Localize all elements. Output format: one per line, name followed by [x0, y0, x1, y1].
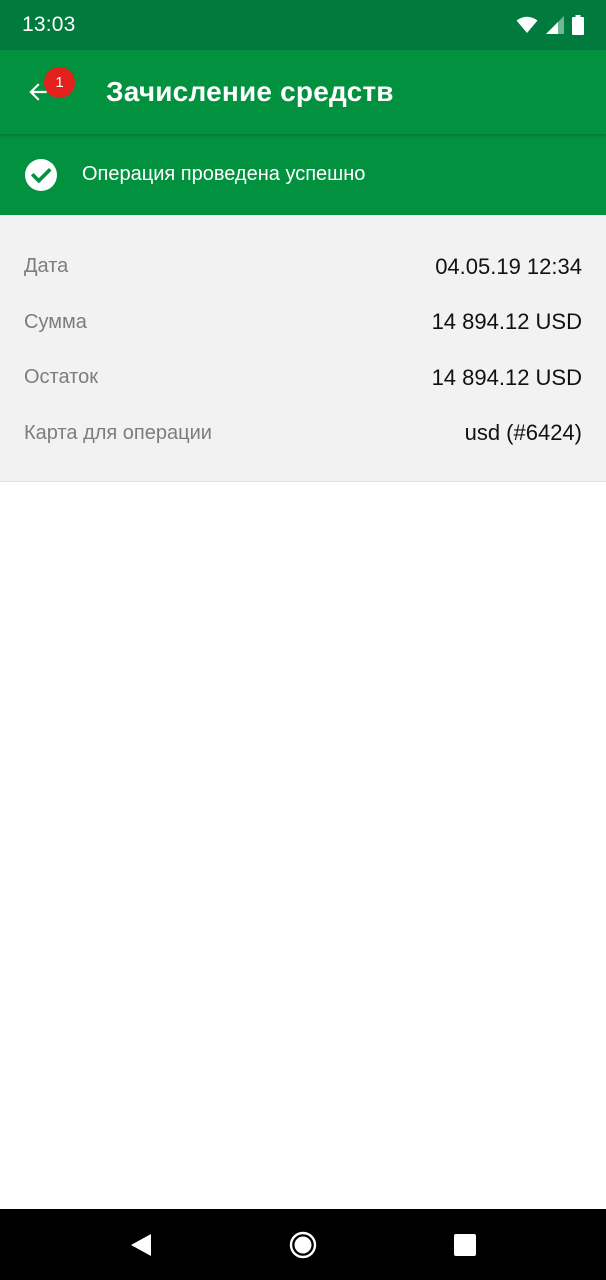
- back-triangle-icon: [131, 1233, 151, 1256]
- detail-label: Сумма: [24, 310, 87, 333]
- detail-row-date: Дата 04.05.19 12:34: [24, 239, 582, 295]
- nav-recents-button[interactable]: [435, 1215, 495, 1275]
- detail-value: usd (#6424): [464, 420, 582, 446]
- operation-details: Дата 04.05.19 12:34 Сумма 14 894.12 USD …: [0, 215, 606, 482]
- detail-label: Карта для операции: [24, 421, 212, 444]
- detail-label: Остаток: [24, 366, 98, 389]
- nav-back-button[interactable]: [111, 1215, 171, 1275]
- page-title: Зачисление средств: [106, 76, 394, 107]
- detail-value: 04.05.19 12:34: [435, 253, 582, 279]
- check-circle-icon: [24, 158, 58, 192]
- app-bar: 1 Зачисление средств: [0, 50, 606, 134]
- back-button[interactable]: 1: [0, 50, 80, 134]
- detail-value: 14 894.12 USD: [431, 364, 582, 390]
- system-nav-bar: [0, 1209, 606, 1280]
- signal-icon: [546, 16, 564, 34]
- status-icons: [516, 15, 584, 35]
- success-message: Операция проведена успешно: [82, 163, 366, 185]
- status-time: 13:03: [22, 13, 76, 36]
- detail-row-card: Карта для операции usd (#6424): [24, 406, 582, 462]
- wifi-icon: [516, 16, 538, 33]
- success-banner: Операция проведена успешно: [0, 134, 606, 215]
- detail-row-balance: Остаток 14 894.12 USD: [24, 350, 582, 406]
- recents-square-icon: [454, 1233, 476, 1256]
- status-bar: 13:03: [0, 0, 606, 50]
- detail-value: 14 894.12 USD: [431, 309, 582, 335]
- home-circle-icon: [289, 1231, 317, 1258]
- notification-badge: 1: [44, 67, 75, 98]
- detail-label: Дата: [24, 255, 69, 278]
- nav-home-button[interactable]: [273, 1215, 333, 1275]
- detail-row-amount: Сумма 14 894.12 USD: [24, 295, 582, 351]
- battery-icon: [572, 15, 584, 35]
